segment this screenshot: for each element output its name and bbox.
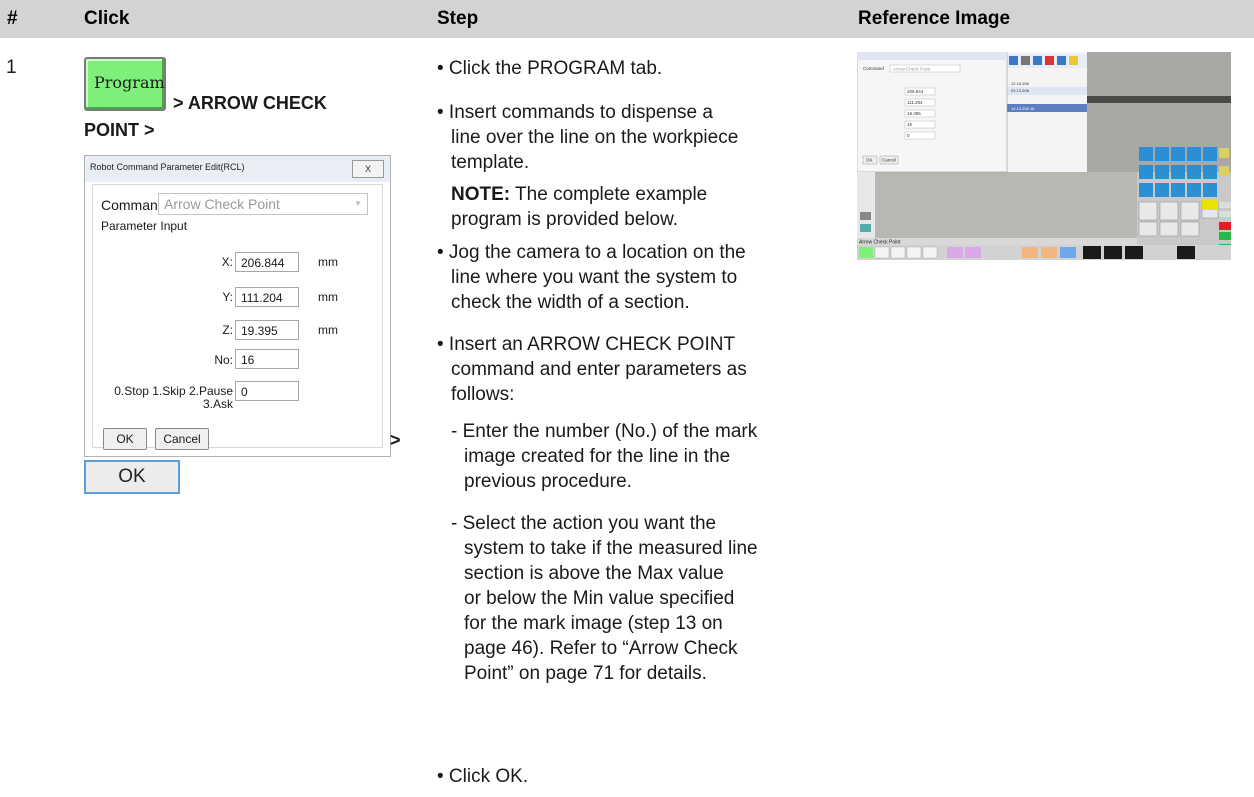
z-label: Z: [222,323,233,337]
step-line: line over the line on the workpiece [451,127,739,148]
y-field[interactable]: 111.204 [235,287,299,307]
no-label: No: [214,353,233,367]
step-insert-commands: • Insert commands to dispense a line ove… [437,100,738,175]
z-field[interactable]: 19.395 [235,320,299,340]
ref-ok: OK [866,158,873,163]
step-line: follows: [451,384,515,405]
row-number: 1 [6,57,17,78]
step-line: • Jog the camera to a location on the [437,242,746,263]
chevron-down-icon: ▼ [354,199,362,208]
click-path-point: POINT > [84,120,155,140]
ref-status-text: Arrow Check Point [859,240,901,246]
note-line: program is provided below. [451,209,679,230]
step-line: page 46). Refer to “Arrow Check [464,638,738,659]
ref-cancel: Cancel [882,158,896,163]
ref-table-val: 12 18.396 [1011,81,1030,86]
command-select-value: Arrow Check Point [164,196,280,212]
y-unit: mm [318,290,338,304]
step-insert-arrow-check: • Insert an ARROW CHECK POINT command an… [437,332,747,407]
x-label: X: [221,255,233,269]
step-line: section is above the Max value [464,563,724,584]
step-line: - Select the action you want the [451,513,717,534]
step-line: • Insert commands to dispense a [437,102,713,123]
y-label: Y: [222,290,233,304]
step-jog-camera: • Jog the camera to a location on the li… [437,240,746,315]
no-field[interactable]: 16 [235,349,299,369]
step-line: or below the Min value specified [464,588,735,609]
step-line: - Enter the number (No.) of the mark [451,421,758,442]
step-line: check the width of a section. [451,292,690,313]
dialog-body: Command Arrow Check Point ▼ Parameter In… [92,184,383,450]
stop-option-label-ask: 3.Ask [202,397,233,411]
dialog-titlebar: Robot Command Parameter Edit(RCL) X [85,156,390,182]
substep-enter-number: - Enter the number (No.) of the mark ima… [451,419,757,494]
step-line: • Insert an ARROW CHECK POINT [437,334,736,355]
stop-option-field[interactable]: 0 [235,381,299,401]
stop-option-label: 0.Stop 1.Skip 2.Pause [114,384,233,398]
close-icon[interactable]: X [352,160,384,178]
step-line: previous procedure. [464,471,632,492]
note-paragraph: NOTE: The complete example program is pr… [451,182,707,232]
ref-no: 16 [907,122,913,127]
click-path-after-dialog: > [390,430,401,450]
program-button-label: Program [94,73,165,92]
ref-table-val: 03 13.206 [1011,88,1030,93]
ref-y: 111.204 [907,100,923,105]
reference-screenshot: 2 3 4 5 6 12 18.396 03 13.206 14 13.206 … [857,52,1231,260]
svg-text:Command: Command [863,66,884,71]
table-header: # Click Step Reference Image [0,0,1254,38]
x-unit: mm [318,255,338,269]
note-label: NOTE: [451,184,511,205]
ref-table-val: 14 13.206 16 [1011,106,1035,111]
ref-command-value: Arrow Check Point [893,67,931,72]
note-text: The complete example [510,184,708,205]
step-line: line where you want the system to [451,267,738,288]
z-unit: mm [318,323,338,337]
program-tab-button[interactable]: Program [84,57,166,111]
step-line: image created for the line in the [464,446,731,467]
header-step: Step [437,8,479,29]
dialog-cancel-button[interactable]: Cancel [155,428,209,450]
parameter-input-label: Parameter Input [101,219,188,233]
x-field[interactable]: 206.844 [235,252,299,272]
header-number: # [7,8,18,29]
ok-button[interactable]: OK [84,460,180,494]
command-parameter-dialog: Robot Command Parameter Edit(RCL) X Comm… [84,155,391,457]
step-click-program: • Click the PROGRAM tab. [437,58,663,79]
command-label: Command [101,197,166,213]
ref-z: 19.395 [907,111,921,116]
step-line: template. [451,152,530,173]
header-click: Click [84,8,130,29]
step-line: Point” on page 71 for details. [464,663,707,684]
step-line: command and enter parameters as [451,359,747,380]
dialog-ok-button[interactable]: OK [103,428,147,450]
header-reference-image: Reference Image [858,8,1011,29]
ref-x: 206.844 [907,89,924,94]
substep-select-action: - Select the action you want the system … [451,511,758,686]
click-path-arrow-check: > ARROW CHECK [173,93,327,113]
command-select[interactable]: Arrow Check Point ▼ [158,193,368,215]
step-line: for the mark image (step 13 on [464,613,723,634]
step-click-ok: • Click OK. [437,766,529,787]
dialog-title: Robot Command Parameter Edit(RCL) [90,162,245,172]
step-line: system to take if the measured line [464,538,758,559]
